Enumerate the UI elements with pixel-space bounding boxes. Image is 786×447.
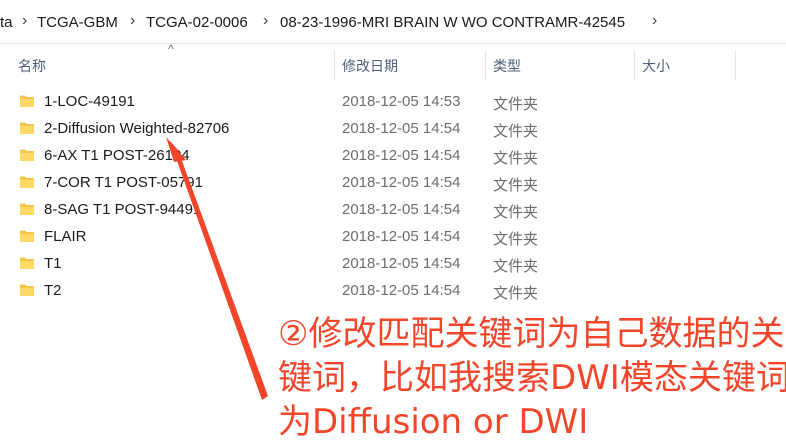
address-bar[interactable]: ta › TCGA-GBM › TCGA-02-0006 › 08-23-199… <box>0 0 786 44</box>
column-name[interactable]: 名称 <box>18 56 46 76</box>
annotation-line: ②修改匹配关键词为自己数据的关 <box>278 314 785 354</box>
list-item[interactable]: 8-SAG T1 POST-94491 2018-12-05 14:54 文件夹 <box>0 197 786 224</box>
breadcrumb-item-study[interactable]: 08-23-1996-MRI BRAIN W WO CONTRAMR-42545 <box>280 14 625 31</box>
file-name[interactable]: 6-AX T1 POST-26104 <box>44 147 190 164</box>
chevron-right-icon[interactable]: › <box>22 12 27 30</box>
column-size[interactable]: 大小 <box>642 56 670 76</box>
file-type: 文件夹 <box>493 150 539 167</box>
column-divider[interactable] <box>485 50 486 80</box>
sort-ascending-icon[interactable]: ^ <box>168 42 174 56</box>
file-type: 文件夹 <box>493 177 539 194</box>
breadcrumb-item-case[interactable]: TCGA-02-0006 <box>146 14 248 31</box>
folder-icon <box>20 95 34 107</box>
list-item[interactable]: T2 2018-12-05 14:54 文件夹 <box>0 278 786 305</box>
folder-icon <box>20 257 34 269</box>
breadcrumb-item-tcga-gbm[interactable]: TCGA-GBM <box>37 14 118 31</box>
column-modified[interactable]: 修改日期 <box>342 56 398 76</box>
file-type: 文件夹 <box>493 204 539 221</box>
annotation-line: 键词，比如我搜索DWI模态关键词 <box>278 358 786 398</box>
file-type: 文件夹 <box>493 96 539 113</box>
folder-icon <box>20 122 34 134</box>
file-date: 2018-12-05 14:54 <box>342 255 461 272</box>
file-name[interactable]: 2-Diffusion Weighted-82706 <box>44 120 229 137</box>
file-date: 2018-12-05 14:54 <box>342 282 461 299</box>
file-date: 2018-12-05 14:54 <box>342 174 461 191</box>
file-date: 2018-12-05 14:54 <box>342 120 461 137</box>
file-date: 2018-12-05 14:54 <box>342 147 461 164</box>
column-header: ^ 名称 修改日期 类型 大小 <box>0 42 786 80</box>
column-divider[interactable] <box>735 50 736 80</box>
file-name[interactable]: T2 <box>44 282 62 299</box>
file-name[interactable]: FLAIR <box>44 228 87 245</box>
chevron-right-icon[interactable]: › <box>263 12 268 30</box>
file-name[interactable]: 7-COR T1 POST-05791 <box>44 174 203 191</box>
folder-icon <box>20 176 34 188</box>
file-name[interactable]: 1-LOC-49191 <box>44 93 135 110</box>
file-type: 文件夹 <box>493 123 539 140</box>
file-name[interactable]: T1 <box>44 255 62 272</box>
folder-icon <box>20 149 34 161</box>
annotation-text: ②修改匹配关键词为自己数据的关 键词，比如我搜索DWI模态关键词 为Diffus… <box>278 312 786 444</box>
chevron-right-icon[interactable]: › <box>130 12 135 30</box>
chevron-right-icon[interactable]: › <box>652 12 657 30</box>
file-type: 文件夹 <box>493 285 539 302</box>
file-date: 2018-12-05 14:54 <box>342 201 461 218</box>
column-divider[interactable] <box>334 50 335 80</box>
file-type: 文件夹 <box>493 258 539 275</box>
file-name[interactable]: 8-SAG T1 POST-94491 <box>44 201 201 218</box>
column-type[interactable]: 类型 <box>493 56 521 76</box>
list-item[interactable]: 6-AX T1 POST-26104 2018-12-05 14:54 文件夹 <box>0 143 786 170</box>
folder-icon <box>20 230 34 242</box>
folder-icon <box>20 203 34 215</box>
folder-icon <box>20 284 34 296</box>
column-divider[interactable] <box>634 50 635 80</box>
file-date: 2018-12-05 14:54 <box>342 228 461 245</box>
file-type: 文件夹 <box>493 231 539 248</box>
annotation-line: 为Diffusion or DWI <box>278 402 589 442</box>
list-item[interactable]: 1-LOC-49191 2018-12-05 14:53 文件夹 <box>0 89 786 116</box>
list-item[interactable]: T1 2018-12-05 14:54 文件夹 <box>0 251 786 278</box>
file-date: 2018-12-05 14:53 <box>342 93 461 110</box>
list-item[interactable]: 7-COR T1 POST-05791 2018-12-05 14:54 文件夹 <box>0 170 786 197</box>
list-item[interactable]: FLAIR 2018-12-05 14:54 文件夹 <box>0 224 786 251</box>
list-item[interactable]: 2-Diffusion Weighted-82706 2018-12-05 14… <box>0 116 786 143</box>
breadcrumb-item-data[interactable]: ta <box>0 14 13 31</box>
